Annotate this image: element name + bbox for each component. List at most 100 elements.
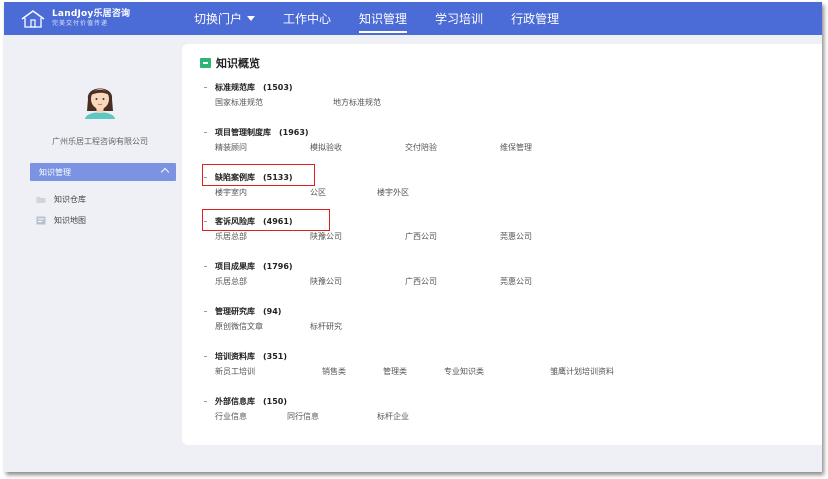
nav-admin-management[interactable]: 行政管理: [497, 2, 573, 35]
section-header[interactable]: 外部信息库 (150): [204, 394, 287, 408]
section-header[interactable]: 项目管理制度库 (1963): [204, 125, 309, 139]
folder-icon: [36, 196, 46, 203]
section-name: 客诉风险库: [215, 216, 255, 226]
category-link[interactable]: 标杆研究: [310, 321, 342, 332]
category-link[interactable]: 交付陪验: [405, 142, 437, 153]
section-count: (4961): [263, 216, 293, 226]
category-link[interactable]: 维保管理: [500, 142, 532, 153]
overview-icon: [200, 58, 211, 68]
caret-down-icon: [247, 16, 256, 21]
menu-knowledge-management[interactable]: 知识管理: [30, 163, 176, 181]
category-link[interactable]: 专业知识类: [444, 366, 484, 377]
category-link[interactable]: 楼宇室内: [215, 187, 247, 198]
category-link[interactable]: 乐居总部: [215, 276, 247, 287]
overview-title: 知识概览: [200, 55, 260, 71]
section-name: 项目管理制度库: [215, 127, 271, 137]
section-header[interactable]: 管理研究库 (94): [204, 304, 281, 318]
overview-title-text: 知识概览: [216, 57, 260, 70]
category-link[interactable]: 莞惠公司: [500, 276, 532, 287]
section-name: 外部信息库: [215, 396, 255, 406]
section-name: 缺陷案例库: [215, 172, 255, 182]
category-link[interactable]: 地方标准规范: [333, 97, 381, 108]
nav-label: 行政管理: [511, 12, 560, 26]
category-link[interactable]: 广西公司: [405, 231, 437, 242]
section-items: 精装顾问 模拟验收 交付陪验 维保管理: [215, 142, 532, 156]
bullet-icon: [204, 310, 207, 312]
category-link[interactable]: 新员工培训: [215, 366, 255, 377]
sidebar-item-knowledge-map[interactable]: 知识地图: [36, 213, 86, 227]
section-items: 乐居总部 陕豫公司 广西公司 莞惠公司: [215, 276, 532, 290]
nav-label: 切换门户: [194, 12, 243, 26]
section-header[interactable]: 项目成果库 (1796): [204, 259, 293, 273]
category-link[interactable]: 公区: [310, 187, 326, 198]
section-project-results: 项目成果库 (1796) 乐居总部 陕豫公司 广西公司 莞惠公司: [204, 259, 532, 290]
section-count: (351): [263, 351, 288, 361]
category-link[interactable]: 乐居总部: [215, 231, 247, 242]
app-window: LandJoy乐居咨询 完美交付价值传递 切换门户 工作中心 知识管理 学习培训…: [4, 2, 822, 472]
category-link[interactable]: 广西公司: [405, 276, 437, 287]
category-link[interactable]: 同行信息: [287, 411, 319, 422]
section-project-management: 项目管理制度库 (1963) 精装顾问 模拟验收 交付陪验 维保管理: [204, 125, 532, 156]
category-link[interactable]: 陕豫公司: [310, 276, 342, 287]
nav-knowledge-management[interactable]: 知识管理: [345, 2, 421, 35]
nav-switch-portal[interactable]: 切换门户: [180, 2, 269, 35]
section-training-materials: 培训资料库 (351) 新员工培训 销售类 管理类 专业知识类 雏鹰计划培训资料: [204, 349, 614, 380]
category-link[interactable]: 行业信息: [215, 411, 247, 422]
main-nav: 切换门户 工作中心 知识管理 学习培训 行政管理: [180, 2, 573, 35]
bullet-icon: [204, 131, 207, 133]
section-name: 管理研究库: [215, 306, 255, 316]
avatar[interactable]: [79, 77, 121, 119]
category-link[interactable]: 标杆企业: [377, 411, 409, 422]
bullet-icon: [204, 220, 207, 222]
section-count: (1503): [263, 82, 293, 92]
section-count: (94): [263, 306, 282, 316]
section-count: (1796): [263, 261, 293, 271]
top-nav-bar: LandJoy乐居咨询 完美交付价值传递 切换门户 工作中心 知识管理 学习培训…: [4, 2, 822, 35]
section-header[interactable]: 客诉风险库 (4961): [204, 214, 293, 228]
section-standards: 标准规范库 (1503) 国家标准规范 地方标准规范: [204, 80, 381, 111]
nav-work-center[interactable]: 工作中心: [269, 2, 345, 35]
category-link[interactable]: 销售类: [322, 366, 346, 377]
category-link[interactable]: 原创微信文章: [215, 321, 263, 332]
category-link[interactable]: 陕豫公司: [310, 231, 342, 242]
bullet-icon: [204, 265, 207, 267]
category-link[interactable]: 精装顾问: [215, 142, 247, 153]
category-link[interactable]: 雏鹰计划培训资料: [550, 366, 614, 377]
bullet-icon: [204, 176, 207, 178]
nav-learning-training[interactable]: 学习培训: [421, 2, 497, 35]
nav-label: 工作中心: [283, 12, 332, 26]
section-header[interactable]: 培训资料库 (351): [204, 349, 287, 363]
logo[interactable]: LandJoy乐居咨询 完美交付价值传递: [20, 9, 180, 29]
map-icon: [36, 216, 46, 224]
category-link[interactable]: 莞惠公司: [500, 231, 532, 242]
section-name: 标准规范库: [215, 82, 255, 92]
section-count: (150): [263, 396, 288, 406]
menu-header-label: 知识管理: [39, 167, 71, 177]
category-link[interactable]: 国家标准规范: [215, 97, 263, 108]
section-items: 新员工培训 销售类 管理类 专业知识类 雏鹰计划培训资料: [215, 366, 614, 380]
section-count: (1963): [279, 127, 309, 137]
bullet-icon: [204, 86, 207, 88]
section-external-info: 外部信息库 (150) 行业信息 同行信息 标杆企业: [204, 394, 409, 425]
sidebar: 广州乐居工程咨询有限公司 知识管理 知识仓库 知识地图: [4, 35, 182, 472]
sidebar-item-label: 知识仓库: [54, 194, 86, 204]
section-name: 项目成果库: [215, 261, 255, 271]
logo-subtitle: 完美交付价值传递: [52, 20, 109, 27]
logo-title: LandJoy乐居咨询: [52, 9, 131, 19]
nav-label: 知识管理: [359, 12, 408, 26]
section-items: 乐居总部 陕豫公司 广西公司 莞惠公司: [215, 231, 532, 245]
section-name: 培训资料库: [215, 351, 255, 361]
bullet-icon: [204, 355, 207, 357]
section-count: (5133): [263, 172, 293, 182]
section-header[interactable]: 标准规范库 (1503): [204, 80, 293, 94]
category-link[interactable]: 管理类: [383, 366, 407, 377]
section-header[interactable]: 缺陷案例库 (5133): [204, 170, 293, 184]
section-complaint-risk: 客诉风险库 (4961) 乐居总部 陕豫公司 广西公司 莞惠公司: [204, 214, 532, 245]
category-link[interactable]: 楼宇外区: [377, 187, 409, 198]
knowledge-overview-panel: 知识概览 标准规范库 (1503) 国家标准规范 地方标准规范 项目管理制度库 …: [182, 44, 822, 445]
company-name: 广州乐居工程咨询有限公司: [52, 137, 148, 146]
section-items: 原创微信文章 标杆研究: [215, 321, 342, 335]
bullet-icon: [204, 400, 207, 402]
sidebar-item-knowledge-warehouse[interactable]: 知识仓库: [36, 192, 86, 206]
category-link[interactable]: 模拟验收: [310, 142, 342, 153]
